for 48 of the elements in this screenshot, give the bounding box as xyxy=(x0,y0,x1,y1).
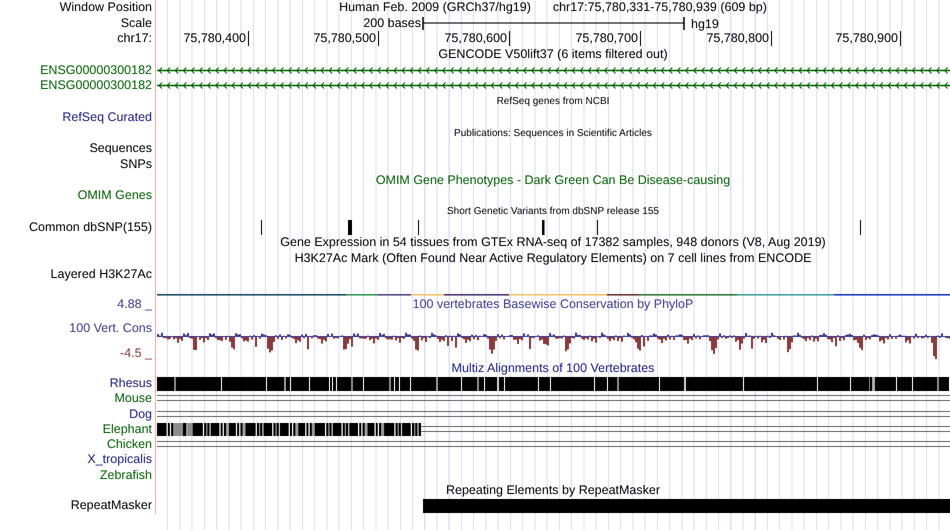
track-label[interactable]: Sequences xyxy=(89,141,152,156)
track-title: Multiz Alignments of 100 Vertebrates xyxy=(452,360,654,376)
track-title: 100 vertebrates Basewise Conservation by PhyloP xyxy=(412,297,694,312)
track-label[interactable]: RepeatMasker xyxy=(70,498,152,514)
track-title: OMIM Gene Phenotypes - Dark Green Can Be Disease-causing xyxy=(376,172,730,188)
track-label[interactable]: chr17: xyxy=(117,31,152,46)
track-label[interactable]: ENSG00000300182 xyxy=(40,62,152,78)
track-label[interactable]: Elephant xyxy=(102,422,152,437)
assembly-text: hg19 xyxy=(691,16,719,32)
track-label[interactable]: Common dbSNP(155) xyxy=(29,220,152,235)
ruler-tick-label: 75,780,700 xyxy=(575,31,641,46)
track-label[interactable]: X_tropicalis xyxy=(87,452,152,468)
track-label[interactable]: 4.88 _ xyxy=(117,296,152,312)
track-label[interactable]: Mouse xyxy=(114,391,152,406)
track-label[interactable]: Layered H3K27Ac xyxy=(50,266,152,282)
track-label[interactable]: Dog xyxy=(129,406,152,422)
ruler-tick-label: 75,780,900 xyxy=(835,31,901,46)
track-title: RefSeq genes from NCBI xyxy=(496,95,610,110)
track-title: Short Genetic Variants from dbSNP release 155 xyxy=(447,204,659,219)
snp-mark xyxy=(860,220,861,235)
track-label[interactable]: 100 Vert. Cons xyxy=(69,321,152,336)
track-label[interactable]: Window Position xyxy=(60,0,152,15)
ruler-tick-label: 75,780,600 xyxy=(444,31,510,46)
track-label[interactable]: Rhesus xyxy=(110,376,152,391)
ruler-tick-label: 75,780,800 xyxy=(706,31,772,46)
snp-mark xyxy=(418,220,419,235)
track-title: Repeating Elements by RepeatMasker xyxy=(446,483,660,498)
snp-mark xyxy=(348,220,352,235)
ruler-tick-label: 75,780,500 xyxy=(313,31,379,46)
track-title: Gene Expression in 54 tissues from GTEx RNA-seq of 17382 samples, 948 donors (V8, Aug 2019) xyxy=(280,235,826,250)
position-text: Human Feb. 2009 (GRCh37/hg19) xyxy=(339,0,531,15)
ruler-tick-label: 75,780,400 xyxy=(183,31,249,46)
track-label[interactable]: -4.5 _ xyxy=(120,346,152,361)
track-label[interactable]: OMIM Genes xyxy=(78,188,152,204)
snp-mark xyxy=(542,220,544,235)
scale-text: 200 bases xyxy=(363,16,421,31)
track-title: Publications: Sequences in Scientific Articles xyxy=(454,126,652,140)
snp-mark xyxy=(261,220,262,235)
track-label[interactable]: SNPs xyxy=(120,156,152,172)
track-label[interactable]: ENSG00000300182 xyxy=(40,78,152,94)
track-title: H3K27Ac Mark (Often Found Near Active Regulatory Elements) on 7 cell lines from ENCODE xyxy=(294,251,812,266)
position-text: chr17:75,780,331-75,780,939 (609 bp) xyxy=(552,0,767,15)
track-title: GENCODE V50lift37 (6 items filtered out) xyxy=(438,47,668,62)
track-label[interactable]: Chicken xyxy=(106,437,152,452)
track-label[interactable]: Scale xyxy=(120,16,152,31)
track-label[interactable]: RefSeq Curated xyxy=(62,110,152,125)
track-label[interactable]: Zebrafish xyxy=(100,468,152,483)
snp-mark xyxy=(597,220,598,235)
